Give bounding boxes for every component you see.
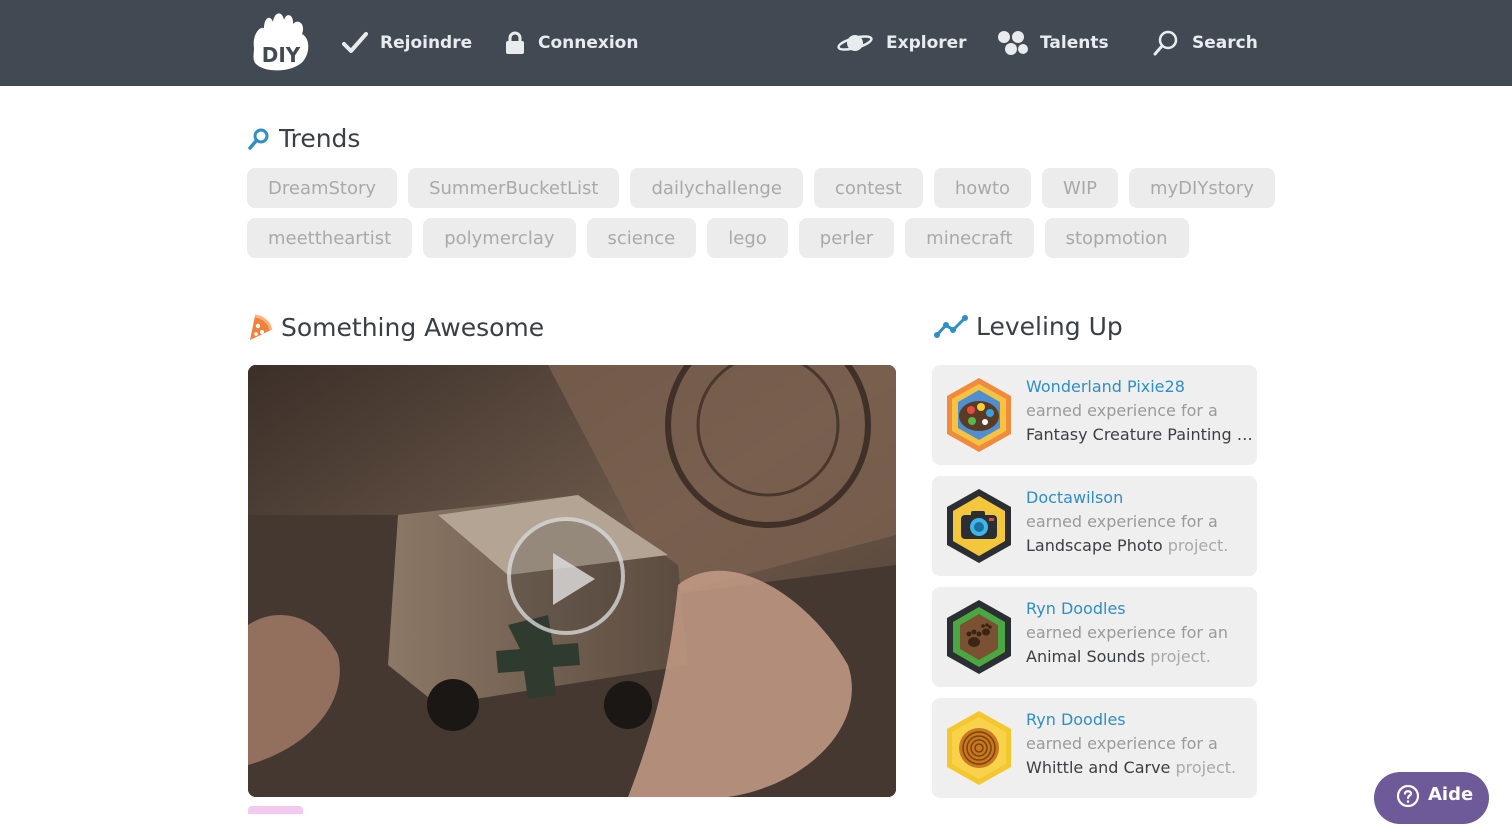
trend-tag[interactable]: lego	[707, 218, 788, 258]
user-link[interactable]: Doctawilson	[1026, 486, 1254, 510]
something-awesome-title: Something Awesome	[281, 312, 545, 342]
trend-tag[interactable]: stopmotion	[1044, 218, 1189, 258]
trend-tag[interactable]: perler	[798, 218, 895, 258]
login-link[interactable]: Connexion	[504, 0, 638, 86]
explore-link[interactable]: Explorer	[836, 0, 967, 86]
user-link[interactable]: Wonderland Pixie28	[1026, 375, 1254, 399]
project-link[interactable]: Whittle and Carve	[1026, 758, 1170, 777]
project-line: Fantasy Creature Painting project.	[1026, 423, 1254, 447]
play-icon	[553, 553, 595, 605]
trend-tag[interactable]: DreamStory	[247, 168, 398, 208]
logo-text: DIY	[262, 43, 301, 67]
leveling-up-text: Doctawilson earned experience for a Land…	[1026, 486, 1254, 558]
project-suffix: project.	[1170, 758, 1237, 777]
project-suffix: project.	[1236, 425, 1254, 444]
leveling-up-title: Leveling Up	[976, 312, 1123, 341]
trend-tag[interactable]: contest	[813, 168, 923, 208]
help-label: Aide	[1428, 784, 1474, 805]
project-link[interactable]: Landscape Photo	[1026, 536, 1163, 555]
paw-print-icon[interactable]	[944, 598, 1014, 676]
trends-title: Trends	[279, 124, 361, 153]
search-icon	[1153, 30, 1178, 56]
palette-icon[interactable]	[944, 376, 1014, 454]
leveling-up-text: Ryn Doodles earned experience for a Whit…	[1026, 708, 1254, 780]
trend-tag[interactable]: myDIYstory	[1129, 168, 1275, 208]
trend-tag[interactable]: meettheartist	[247, 218, 413, 258]
play-button[interactable]	[507, 517, 625, 635]
lock-icon	[506, 31, 524, 54]
camera-icon[interactable]	[944, 487, 1014, 565]
trend-tag[interactable]: science	[586, 218, 697, 258]
search-link[interactable]: Search	[1152, 0, 1258, 86]
project-line: Animal Sounds project.	[1026, 645, 1254, 669]
leveling-up-item[interactable]: Ryn Doodles earned experience for an Ani…	[932, 587, 1257, 687]
trend-tag[interactable]: minecraft	[905, 218, 1034, 258]
user-link[interactable]: Ryn Doodles	[1026, 708, 1254, 732]
wood-rings-icon[interactable]	[944, 709, 1014, 787]
top-navigation-bar: DIY Rejoindre Connexion Explorer Talents…	[0, 0, 1512, 86]
leveling-up-item[interactable]: Ryn Doodles earned experience for a Whit…	[932, 698, 1257, 798]
trend-tag[interactable]: SummerBucketList	[408, 168, 620, 208]
trend-line-icon	[934, 314, 968, 338]
trend-tag[interactable]: howto	[933, 168, 1032, 208]
search-label: Search	[1192, 33, 1258, 53]
magnifier-icon	[248, 128, 269, 150]
project-line: Whittle and Carve project.	[1026, 756, 1254, 780]
login-label: Connexion	[538, 33, 639, 53]
leveling-up-text: Wonderland Pixie28 earned experience for…	[1026, 375, 1254, 447]
project-link[interactable]: Fantasy Creature Painting	[1026, 425, 1232, 444]
project-line: Landscape Photo project.	[1026, 534, 1254, 558]
leveling-up-heading: Leveling Up	[934, 312, 1123, 341]
featured-video[interactable]	[248, 365, 896, 797]
skills-label: Talents	[1040, 33, 1109, 53]
leveling-up-item[interactable]: Wonderland Pixie28 earned experience for…	[932, 365, 1257, 465]
planet-icon	[837, 35, 873, 51]
action-text: earned experience for a	[1026, 401, 1218, 420]
skills-link[interactable]: Talents	[996, 0, 1109, 86]
join-label: Rejoindre	[380, 33, 473, 53]
user-link[interactable]: Ryn Doodles	[1026, 597, 1254, 621]
trend-tag[interactable]: polymerclay	[423, 218, 576, 258]
trend-tag[interactable]: dailychallenge	[630, 168, 803, 208]
diy-logo[interactable]: DIY	[246, 8, 316, 76]
trends-heading: Trends	[247, 124, 360, 153]
question-icon	[1396, 784, 1420, 808]
checkmark-icon	[342, 32, 368, 53]
hexagons-icon	[998, 31, 1028, 55]
trend-tag[interactable]: WIP	[1042, 168, 1118, 208]
featured-video-strip	[248, 806, 303, 814]
join-link[interactable]: Rejoindre	[342, 0, 472, 86]
something-awesome-heading: Something Awesome	[247, 312, 544, 342]
project-suffix: project.	[1145, 647, 1211, 666]
project-link[interactable]: Animal Sounds	[1026, 647, 1145, 666]
pizza-slice-icon	[250, 314, 273, 340]
trend-tags: DreamStory SummerBucketList dailychallen…	[247, 168, 1275, 268]
trend-tag-row-1: DreamStory SummerBucketList dailychallen…	[247, 168, 1275, 208]
project-suffix: project.	[1162, 536, 1229, 555]
action-text: earned experience for a	[1026, 734, 1218, 753]
leveling-up-list: Wonderland Pixie28 earned experience for…	[932, 365, 1257, 809]
action-text: earned experience for an	[1026, 623, 1228, 642]
help-button[interactable]: Aide	[1374, 772, 1489, 824]
leveling-up-item[interactable]: Doctawilson earned experience for a Land…	[932, 476, 1257, 576]
explore-label: Explorer	[886, 33, 967, 53]
action-text: earned experience for a	[1026, 512, 1218, 531]
trend-tag-row-2: meettheartist polymerclay science lego p…	[247, 218, 1257, 258]
leveling-up-text: Ryn Doodles earned experience for an Ani…	[1026, 597, 1254, 669]
